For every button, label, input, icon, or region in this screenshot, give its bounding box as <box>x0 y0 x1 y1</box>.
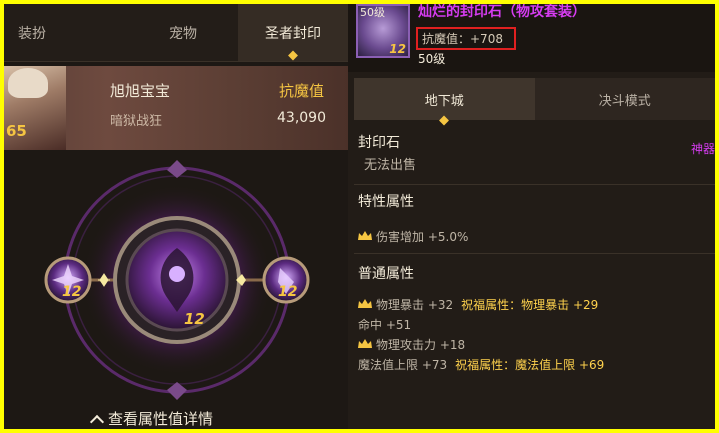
normal-line-2-text: 命中 +51 <box>358 317 412 332</box>
trait-line-text: 伤害增加 +5.0% <box>376 229 469 244</box>
view-attribute-details-label: 查看属性值详情 <box>108 410 214 428</box>
tab-pvp-label: 决斗模式 <box>598 93 651 109</box>
normal-line-4: 魔法值上限 +73 祝福属性：魔法值上限 +69 <box>358 354 715 374</box>
normal-line-4-extra: 祝福属性：魔法值上限 +69 <box>455 357 605 372</box>
tab-pvp[interactable]: 决斗模式 <box>534 78 715 120</box>
item-header: 50级 12 灿烂的封印石（物攻套装） 抗魔值：+708 50级 <box>348 4 715 72</box>
seal-desc: 无法出售 <box>364 158 417 173</box>
center-seal-level: 12 <box>184 310 205 328</box>
item-icon-level: 50级 <box>360 6 385 19</box>
crown-icon <box>358 299 372 308</box>
character-tabs: 装扮 宠物 圣者封印 <box>4 4 348 62</box>
avatar: 65 <box>4 66 66 150</box>
right-seal-level: 12 <box>278 284 297 300</box>
trait-line: 伤害增加 +5.0% <box>358 219 715 253</box>
chevron-up-icon <box>89 414 105 429</box>
normal-line-1: 物理暴击 +32 祝福属性：物理暴击 +29 <box>358 294 715 314</box>
character-level: 65 <box>6 122 27 140</box>
tab-holy-seal-label: 圣者封印 <box>265 25 321 42</box>
tab-pet[interactable]: 宠物 <box>128 4 238 61</box>
seal-title: 封印石 <box>358 135 400 151</box>
crown-icon <box>358 339 372 348</box>
normal-line-4-text: 魔法值上限 +73 <box>358 357 448 372</box>
left-seal-level: 12 <box>62 284 81 300</box>
item-level: 50级 <box>418 52 446 66</box>
view-attribute-details-link[interactable]: 查看属性值详情 <box>89 408 214 429</box>
character-job: 暗狱战狂 <box>110 114 163 129</box>
normal-title: 普通属性 <box>358 266 414 282</box>
item-resist: 抗魔值：+708 <box>422 32 503 46</box>
character-name: 旭旭宝宝 <box>110 82 171 100</box>
mode-tabs: 地下城 决斗模式 <box>354 78 715 120</box>
seal-sigil: 12 12 12 <box>44 160 310 400</box>
tab-outfit[interactable]: 装扮 <box>4 4 128 61</box>
item-icon-num: 12 <box>389 42 406 56</box>
avatar-hair <box>8 68 48 98</box>
character-panel: 装扮 宠物 圣者封印 65 旭旭宝宝 暗狱战狂 抗魔值 43,090 12 12… <box>4 4 348 429</box>
normal-line-1-extra: 祝福属性：物理暴击 +29 <box>461 297 599 312</box>
tab-outfit-label: 装扮 <box>18 25 46 42</box>
item-detail-panel: 50级 12 灿烂的封印石（物攻套装） 抗魔值：+708 50级 地下城 决斗模… <box>348 4 715 429</box>
game-window: 装扮 宠物 圣者封印 65 旭旭宝宝 暗狱战狂 抗魔值 43,090 12 12… <box>4 4 715 429</box>
tab-dungeon[interactable]: 地下城 <box>354 78 535 120</box>
normal-line-2: 命中 +51 <box>358 314 715 334</box>
item-attributes: 封印石 无法出售 特性属性 伤害增加 +5.0% 普通属性 物理暴击 +32 祝… <box>354 132 715 374</box>
tab-holy-seal[interactable]: 圣者封印 <box>238 4 348 61</box>
resist-label: 抗魔值 <box>278 82 324 100</box>
tab-pet-label: 宠物 <box>169 25 197 42</box>
item-name: 灿烂的封印石（物攻套装） <box>418 4 586 20</box>
crown-icon <box>358 231 372 240</box>
normal-line-3: 物理攻击力 +18 <box>358 334 715 354</box>
seal-stone-icon: 50级 12 <box>356 4 410 58</box>
tab-dungeon-label: 地下城 <box>424 93 464 109</box>
normal-line-3-text: 物理攻击力 +18 <box>376 337 466 352</box>
character-profile: 65 旭旭宝宝 暗狱战狂 抗魔值 43,090 <box>4 66 348 150</box>
normal-line-1-text: 物理暴击 +32 <box>376 297 454 312</box>
trait-title: 特性属性 <box>358 194 414 210</box>
item-resist-highlight: 抗魔值：+708 <box>416 27 516 50</box>
resist-value: 43,090 <box>277 110 326 126</box>
